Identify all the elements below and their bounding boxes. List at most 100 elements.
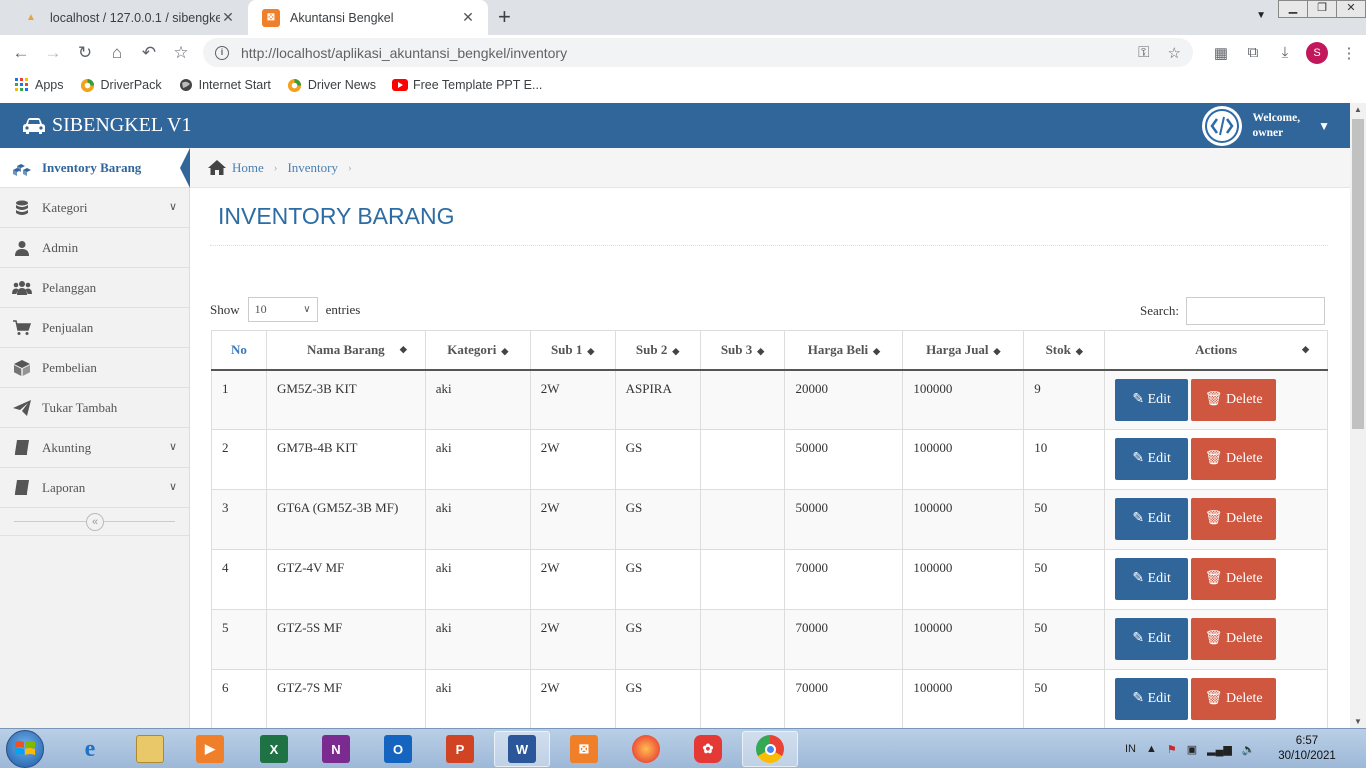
close-tab-icon[interactable]: ✕ — [460, 9, 476, 26]
edit-button[interactable]: ✎ Edit — [1115, 618, 1189, 660]
cell-nama: GTZ-7S MF — [265, 669, 426, 730]
download-icon[interactable]: ⤓ — [1269, 44, 1301, 61]
taskbar-media-player[interactable]: ▶ — [182, 731, 238, 767]
breadcrumb-home[interactable]: Home — [232, 160, 264, 176]
cell-sub2: GS — [614, 609, 701, 670]
volume-icon[interactable]: 🔈 — [1242, 743, 1256, 756]
edit-button[interactable]: ✎ Edit — [1115, 438, 1189, 480]
column-header-actions[interactable]: Actions ◆ — [1104, 330, 1328, 371]
taskbar-word[interactable]: W — [494, 731, 550, 767]
home-button[interactable]: ⌂ — [101, 43, 133, 63]
taskbar-app[interactable]: ✿ — [680, 731, 736, 767]
taskbar-outlook[interactable]: O — [370, 731, 426, 767]
taskbar-chrome[interactable] — [742, 731, 798, 767]
crop-icon[interactable]: ⧉ — [1237, 44, 1269, 61]
sidebar-item-tukar-tambah[interactable]: Tukar Tambah — [0, 388, 189, 428]
profile-avatar[interactable]: S — [1306, 41, 1328, 64]
taskbar-excel[interactable]: X — [246, 731, 302, 767]
search-input[interactable] — [1185, 297, 1325, 325]
reload-button[interactable]: ↻ — [69, 43, 101, 63]
bookmark-apps[interactable]: Apps — [14, 77, 64, 93]
welcome-text: Welcome, — [1252, 111, 1301, 124]
column-header-sub1[interactable]: Sub 1 ◆ — [529, 330, 616, 371]
edit-button[interactable]: ✎ Edit — [1115, 498, 1189, 540]
column-header-harga-beli[interactable]: Harga Beli ◆ — [784, 330, 904, 371]
taskbar-powerpoint[interactable]: P — [432, 731, 488, 767]
forward-button[interactable]: → — [37, 43, 69, 63]
scrollbar-thumb[interactable] — [1352, 119, 1364, 429]
device-icon[interactable]: ▣ — [1187, 743, 1197, 756]
browser-tab-phpmyadmin[interactable]: ▲ localhost / 127.0.0.1 / sibengkelv ✕ — [8, 0, 248, 35]
delete-button[interactable]: 🗑 Delete — [1191, 558, 1277, 600]
sidebar-item-label: Kategori — [42, 199, 88, 215]
address-bar[interactable]: i http://localhost/aplikasi_akuntansi_be… — [203, 38, 1193, 67]
taskbar-explorer[interactable] — [122, 731, 178, 767]
sidebar-item-pelanggan[interactable]: Pelanggan — [0, 268, 189, 308]
tab-search-icon[interactable]: ▼ — [1256, 10, 1266, 21]
bookmark-driverpack[interactable]: DriverPack — [80, 77, 162, 93]
page-scrollbar[interactable]: ▲ ▼ — [1350, 103, 1366, 728]
column-header-nama-barang[interactable]: Nama Barang ◆ — [265, 330, 426, 371]
xampp-icon: ⊠ — [262, 8, 280, 27]
sidebar-item-kategori[interactable]: Kategori ∨ — [0, 188, 189, 228]
entries-select[interactable]: 10 ∨ — [247, 297, 318, 322]
close-window-button[interactable]: ✕ — [1336, 0, 1366, 18]
close-tab-icon[interactable]: ✕ — [220, 9, 236, 26]
key-icon[interactable]: ⚿ — [1138, 44, 1149, 61]
minimize-button[interactable]: ▁ — [1278, 0, 1308, 18]
sidebar-item-laporan[interactable]: Laporan ∨ — [0, 468, 189, 508]
taskbar-clock[interactable]: 6:57 30/10/2021 — [1272, 734, 1342, 764]
delete-button[interactable]: 🗑 Delete — [1191, 378, 1277, 421]
bookmark-driver-news[interactable]: Driver News — [287, 77, 376, 93]
bookmark-internet-start[interactable]: Internet Start — [178, 77, 271, 93]
column-header-sub2[interactable]: Sub 2 ◆ — [614, 330, 701, 371]
flag-icon[interactable]: ⚑ — [1167, 743, 1177, 756]
delete-button[interactable]: 🗑 Delete — [1191, 498, 1277, 540]
column-header-harga-jual[interactable]: Harga Jual ◆ — [902, 330, 1025, 371]
column-header-kategori[interactable]: Kategori ◆ — [424, 330, 531, 371]
bookmark-template-ppt[interactable]: Free Template PPT E... — [391, 77, 542, 93]
menu-icon[interactable]: ⋮ — [1333, 44, 1365, 62]
edit-button[interactable]: ✎ Edit — [1115, 558, 1189, 600]
user-menu[interactable]: Welcome, owner ▼ — [1201, 103, 1330, 148]
cell-no: 1 — [211, 369, 267, 430]
delete-button[interactable]: 🗑 Delete — [1191, 438, 1277, 480]
edit-button[interactable]: ✎ Edit — [1115, 378, 1189, 421]
taskbar-xampp[interactable]: ⊠ — [556, 731, 612, 767]
bookmark-star-icon[interactable]: ☆ — [165, 43, 197, 63]
delete-button[interactable]: 🗑 Delete — [1191, 678, 1277, 720]
column-header-sub3[interactable]: Sub 3 ◆ — [699, 330, 786, 371]
tray-expand-icon[interactable]: ▲ — [1146, 743, 1157, 755]
column-header-no[interactable]: No — [211, 330, 267, 371]
cell-no: 6 — [211, 669, 267, 730]
language-indicator[interactable]: IN — [1125, 743, 1136, 755]
sidebar-item-penjualan[interactable]: Penjualan — [0, 308, 189, 348]
taskbar-ie[interactable]: e — [62, 731, 118, 767]
extensions-icon[interactable]: ▦ — [1205, 44, 1237, 62]
star-icon[interactable]: ☆ — [1168, 44, 1181, 62]
column-header-stok[interactable]: Stok ◆ — [1023, 330, 1106, 371]
sidebar-item-inventory-barang[interactable]: Inventory Barang — [0, 148, 190, 188]
info-icon[interactable]: i — [215, 45, 229, 60]
breadcrumb-inventory[interactable]: Inventory — [287, 160, 338, 176]
chevron-down-icon: ∨ — [168, 201, 177, 213]
sidebar-item-pembelian[interactable]: Pembelian — [0, 348, 189, 388]
edit-button[interactable]: ✎ Edit — [1115, 678, 1189, 720]
brand[interactable]: SIBENGKEL V1 — [22, 103, 191, 148]
new-tab-button[interactable]: + — [498, 4, 511, 30]
scroll-down-icon[interactable]: ▼ — [1354, 717, 1362, 726]
sidebar-item-akunting[interactable]: Akunting ∨ — [0, 428, 189, 468]
restore-button[interactable]: ❐ — [1307, 0, 1337, 18]
back-button[interactable]: ← — [5, 43, 37, 63]
browser-tab-akuntansi[interactable]: ⊠ Akuntansi Bengkel ✕ — [248, 0, 488, 35]
double-left-icon[interactable]: « — [86, 513, 104, 531]
delete-button[interactable]: 🗑 Delete — [1191, 618, 1277, 660]
taskbar-firefox[interactable] — [618, 731, 674, 767]
scroll-up-icon[interactable]: ▲ — [1354, 105, 1362, 114]
page-title: INVENTORY BARANG — [218, 203, 455, 229]
signal-icon[interactable]: ▂▄▆ — [1207, 743, 1232, 756]
taskbar-onenote[interactable]: N — [308, 731, 364, 767]
sidebar-item-admin[interactable]: Admin — [0, 228, 189, 268]
undo-button[interactable]: ↶ — [133, 43, 165, 63]
delete-label: Delete — [1226, 451, 1263, 466]
